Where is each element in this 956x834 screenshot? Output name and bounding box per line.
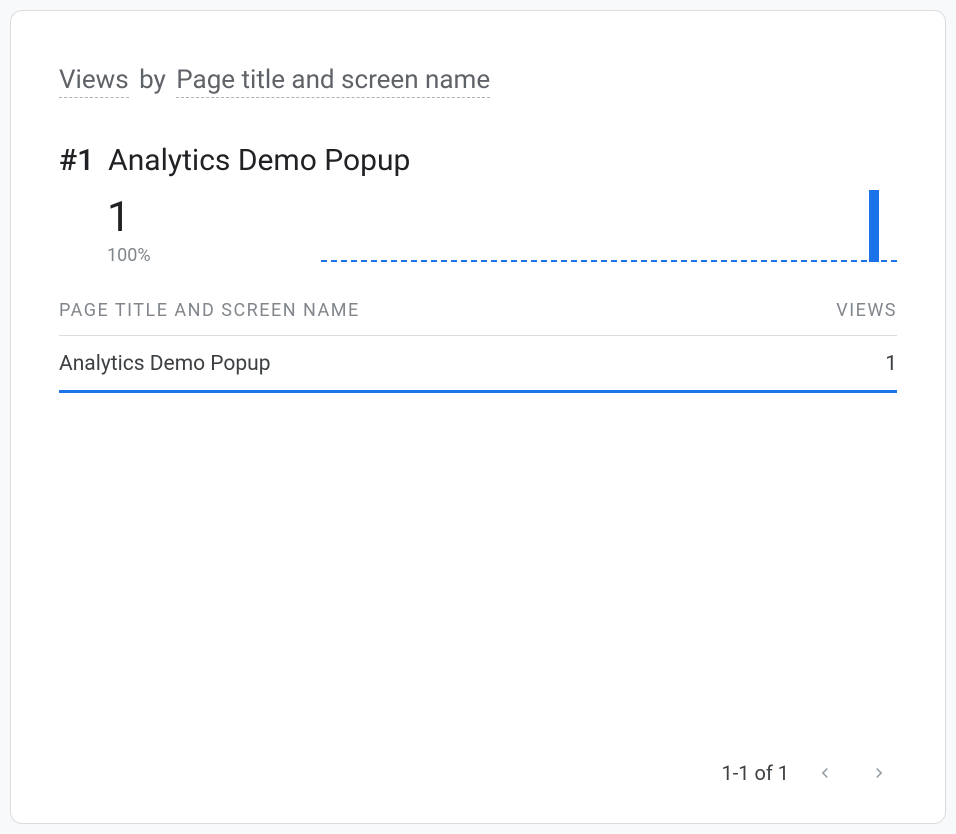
- card-title: Views by Page title and screen name: [59, 65, 490, 95]
- analytics-card: Views by Page title and screen name #1 A…: [10, 10, 946, 824]
- prev-page-button[interactable]: [807, 755, 843, 791]
- data-table: PAGE TITLE AND SCREEN NAME VIEWS Analyti…: [59, 300, 897, 393]
- value-row: 1 100%: [59, 186, 897, 266]
- chevron-left-icon: [815, 763, 835, 783]
- sparkline-bar: [869, 190, 879, 262]
- value-col: 1 100%: [107, 197, 151, 266]
- table-row[interactable]: Analytics Demo Popup 1: [59, 336, 897, 393]
- title-dimension[interactable]: Page title and screen name: [176, 65, 490, 98]
- title-by: by: [139, 65, 166, 95]
- col-header-dimension: PAGE TITLE AND SCREEN NAME: [59, 300, 360, 321]
- big-value: 1: [107, 197, 151, 239]
- pagination: 1-1 of 1: [59, 727, 897, 823]
- rank-number: #1: [59, 143, 94, 178]
- next-page-button[interactable]: [861, 755, 897, 791]
- top-rank-row: #1 Analytics Demo Popup: [59, 143, 897, 178]
- rank-name: Analytics Demo Popup: [108, 143, 410, 178]
- col-header-metric: VIEWS: [836, 300, 897, 321]
- pagination-range: 1-1 of 1: [721, 761, 789, 785]
- card-header: Views by Page title and screen name: [59, 11, 897, 103]
- chevron-right-icon: [869, 763, 889, 783]
- title-metric[interactable]: Views: [59, 65, 129, 98]
- table-header: PAGE TITLE AND SCREEN NAME VIEWS: [59, 300, 897, 336]
- sparkline-chart: [321, 186, 897, 262]
- row-name: Analytics Demo Popup: [59, 352, 271, 376]
- row-views: 1: [885, 352, 897, 376]
- sparkline-baseline: [321, 260, 897, 262]
- percent-value: 100%: [107, 245, 151, 266]
